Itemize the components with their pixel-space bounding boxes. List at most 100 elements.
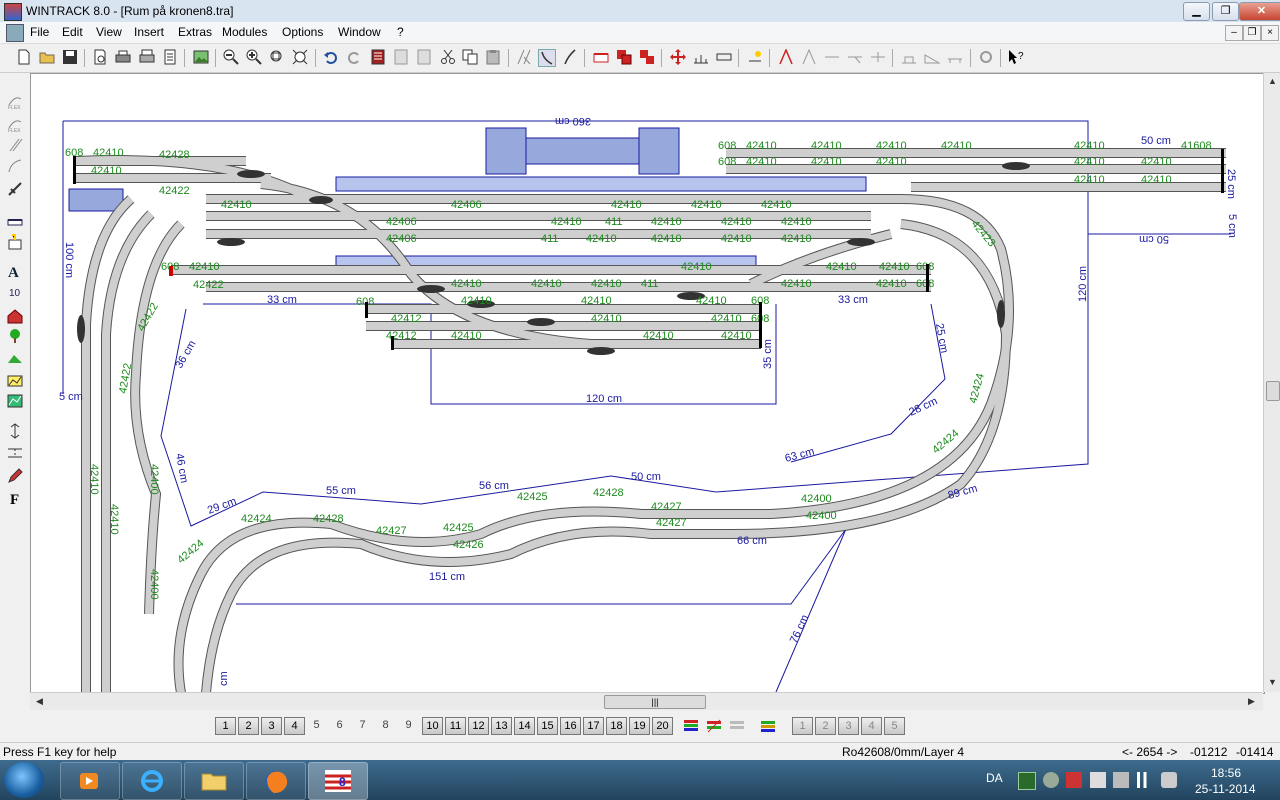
vertical-scrollbar[interactable]: ▲ ▼ (1263, 73, 1280, 692)
signal-block-icon[interactable] (639, 49, 655, 65)
pencil-icon[interactable] (7, 468, 23, 484)
menu-modules[interactable]: Modules (222, 25, 267, 39)
cut-icon[interactable] (440, 49, 456, 65)
wintrack-task[interactable]: 8 (308, 762, 368, 800)
scroll-left-arrow-icon[interactable]: ◀ (36, 696, 43, 707)
layer-button-3[interactable]: 3 (261, 717, 282, 735)
security-tray-icon[interactable] (1043, 772, 1059, 788)
layer-button-7[interactable]: 7 (353, 717, 372, 733)
firefox-task[interactable] (246, 762, 306, 800)
house-icon[interactable] (7, 308, 23, 324)
connect-track-icon[interactable] (778, 49, 794, 65)
library-book-icon[interactable] (370, 49, 386, 65)
open-folder-icon[interactable] (39, 49, 55, 65)
height-icon[interactable] (901, 49, 917, 65)
tree-icon[interactable] (7, 328, 23, 344)
layer-button-12[interactable]: 12 (468, 717, 489, 735)
layer-button-13[interactable]: 13 (491, 717, 512, 735)
paste-icon[interactable] (485, 49, 501, 65)
layers-stack-icon[interactable] (683, 718, 699, 734)
layer-button-15[interactable]: 15 (537, 717, 558, 735)
settings-icon[interactable] (978, 49, 994, 65)
language-indicator[interactable]: DA (986, 771, 1003, 785)
line-tool-icon[interactable] (562, 49, 578, 65)
rail-cut-icon[interactable] (7, 181, 23, 197)
track-split-icon[interactable] (801, 49, 817, 65)
menu-edit[interactable]: Edit (62, 25, 83, 39)
extra-layer-button-3[interactable]: 3 (838, 717, 859, 735)
layer-button-5[interactable]: 5 (307, 717, 326, 733)
layer-button-1[interactable]: 1 (215, 717, 236, 735)
move-icon[interactable] (670, 49, 686, 65)
sparkle-edit-icon[interactable] (747, 49, 763, 65)
flex-track-alt-icon[interactable]: FLEX (7, 116, 23, 132)
mdi-restore-button[interactable]: ❐ (1243, 25, 1261, 41)
layer-button-2[interactable]: 2 (238, 717, 259, 735)
vertical-scroll-thumb[interactable] (1266, 381, 1280, 401)
layer-button-11[interactable]: 11 (445, 717, 466, 735)
layers-edit-icon[interactable] (706, 718, 722, 734)
incline-icon[interactable] (924, 49, 940, 65)
ruler-icon[interactable] (716, 49, 732, 65)
horizontal-scrollbar[interactable]: ◀ ||| ▶ (30, 692, 1263, 710)
layers-hide-icon[interactable] (729, 718, 745, 734)
layer-button-17[interactable]: 17 (583, 717, 604, 735)
font-icon[interactable]: F (7, 490, 23, 506)
layers-manager-icon[interactable] (760, 718, 776, 734)
clock-date[interactable]: 25-11-2014 (1195, 782, 1256, 796)
turnout-tool-icon[interactable] (516, 49, 532, 65)
terrain-icon[interactable] (7, 372, 23, 388)
bridge-icon[interactable] (947, 49, 963, 65)
layer-button-18[interactable]: 18 (606, 717, 627, 735)
layer-button-16[interactable]: 16 (560, 717, 581, 735)
layer-button-6[interactable]: 6 (330, 717, 349, 733)
layer-button-19[interactable]: 19 (629, 717, 650, 735)
start-button[interactable] (4, 762, 44, 798)
platform-add-icon[interactable] (7, 212, 23, 228)
close-button[interactable]: ✕ (1239, 2, 1280, 21)
document-icon[interactable] (6, 24, 24, 42)
scroll-right-arrow-icon[interactable]: ▶ (1248, 696, 1255, 707)
minimize-button[interactable]: ▁ (1183, 2, 1210, 21)
flex-track-icon[interactable]: FLEX (7, 93, 23, 109)
media-player-task[interactable] (60, 762, 120, 800)
flag-tray-icon[interactable] (1090, 772, 1106, 788)
menu-file[interactable]: File (30, 25, 49, 39)
extra-layer-button-4[interactable]: 4 (861, 717, 882, 735)
menu-insert[interactable]: Insert (134, 25, 164, 39)
layer-button-14[interactable]: 14 (514, 717, 535, 735)
print-setup-icon[interactable] (139, 49, 155, 65)
zoom-window-icon[interactable] (269, 49, 285, 65)
signal-red-icon[interactable] (616, 49, 632, 65)
graph-icon[interactable] (7, 393, 23, 409)
internet-explorer-task[interactable] (122, 762, 182, 800)
track-straight-icon[interactable] (7, 137, 23, 153)
print-icon[interactable] (115, 49, 131, 65)
height-marker-icon[interactable] (7, 423, 23, 439)
copy-icon[interactable] (462, 49, 478, 65)
extra-layer-button-1[interactable]: 1 (792, 717, 813, 735)
volume-tray-icon[interactable] (1161, 772, 1177, 788)
layer-button-10[interactable]: 10 (422, 717, 443, 735)
wintrack-app-icon[interactable] (4, 3, 22, 21)
context-help-icon[interactable]: ? (1008, 49, 1024, 65)
menu-options[interactable]: Options (282, 25, 323, 39)
menu-extras[interactable]: Extras (178, 25, 212, 39)
number-tool-icon[interactable]: 10 (7, 284, 23, 300)
landscape-picture-icon[interactable] (193, 49, 209, 65)
clock-time[interactable]: 18:56 (1211, 766, 1241, 780)
layer-button-20[interactable]: 20 (652, 717, 673, 735)
zoom-all-icon[interactable] (292, 49, 308, 65)
device-tray-icon[interactable] (1113, 772, 1129, 788)
horizontal-scroll-thumb[interactable]: ||| (604, 695, 706, 709)
track-cross-icon[interactable] (870, 49, 886, 65)
list-icon[interactable] (416, 49, 432, 65)
text-tool-icon[interactable]: A (7, 263, 23, 279)
layer-button-8[interactable]: 8 (376, 717, 395, 733)
nvidia-tray-icon[interactable] (1018, 772, 1036, 790)
track-plan-drawing[interactable]: 360 cm 120 cm 50 cm 25 cm 5 cm 50 cm 100… (31, 74, 1264, 693)
explorer-task[interactable] (184, 762, 244, 800)
measure-icon[interactable] (693, 49, 709, 65)
building-icon[interactable] (7, 234, 23, 250)
save-icon[interactable] (62, 49, 78, 65)
